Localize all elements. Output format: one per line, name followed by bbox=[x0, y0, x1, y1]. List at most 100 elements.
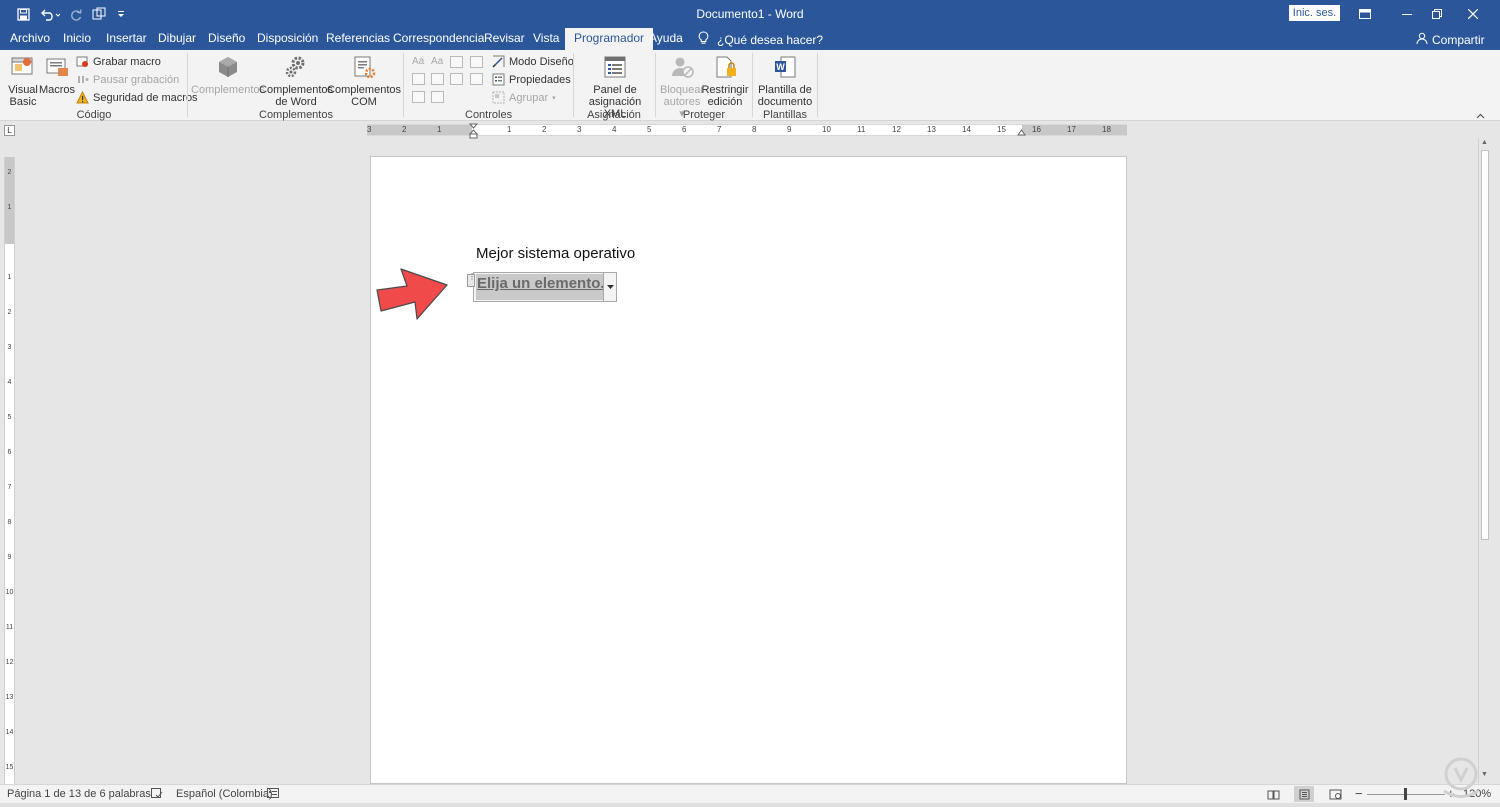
indent-marker-icon[interactable] bbox=[469, 123, 478, 139]
ruler-number: 2 bbox=[402, 125, 407, 134]
content-control-dropdown-button[interactable] bbox=[603, 273, 616, 301]
tab-inicio[interactable]: Inicio bbox=[63, 28, 91, 50]
read-mode-icon[interactable] bbox=[1263, 786, 1283, 802]
scrollbar-thumb[interactable] bbox=[1481, 150, 1489, 540]
sign-in-button[interactable]: Inic. ses. bbox=[1289, 5, 1340, 21]
document-page[interactable]: Mejor sistema operativo ⋮ Elija un eleme… bbox=[370, 156, 1127, 784]
ruler-number: 11 bbox=[857, 125, 866, 134]
checkbox-control-icon[interactable] bbox=[412, 73, 425, 85]
web-layout-icon[interactable] bbox=[1325, 786, 1345, 802]
ruler-number: 13 bbox=[5, 694, 14, 701]
dropdown-content-control[interactable]: ⋮ Elija un elemento. bbox=[467, 272, 617, 302]
combobox-control-icon[interactable] bbox=[431, 73, 444, 85]
proofing-icon[interactable] bbox=[151, 788, 163, 802]
plain-text-control-icon[interactable]: Aa bbox=[431, 56, 443, 67]
scroll-up-icon[interactable]: ▲ bbox=[1481, 139, 1488, 146]
content-control-handle[interactable]: ⋮ bbox=[467, 273, 476, 287]
tab-selector[interactable]: L bbox=[4, 125, 15, 136]
tab-referencias[interactable]: Referencias bbox=[326, 28, 390, 50]
dropdown-control-icon[interactable] bbox=[450, 73, 463, 85]
macros-button[interactable]: Macros bbox=[39, 53, 75, 96]
rich-text-control-icon[interactable]: Aa bbox=[412, 56, 424, 67]
group-label: Agrupar bbox=[509, 91, 549, 104]
group-label-controles: Controles bbox=[465, 109, 513, 121]
person-icon bbox=[1416, 32, 1428, 47]
language[interactable]: Español (Colombia) bbox=[176, 788, 273, 800]
svg-text:W: W bbox=[776, 62, 785, 72]
zoom-out-icon[interactable]: − bbox=[1355, 786, 1363, 801]
tab-archivo[interactable]: Archivo bbox=[10, 28, 50, 50]
share-button[interactable]: Compartir bbox=[1416, 32, 1485, 47]
ruler-number: 12 bbox=[892, 125, 901, 134]
share-label: Compartir bbox=[1432, 32, 1485, 47]
content-control-placeholder[interactable]: Elija un elemento. bbox=[476, 274, 604, 300]
building-block-control-icon[interactable] bbox=[470, 56, 483, 68]
picture-control-icon[interactable] bbox=[450, 56, 463, 68]
tab-programador[interactable]: Programador bbox=[565, 28, 654, 50]
collapse-ribbon-icon[interactable] bbox=[1476, 110, 1485, 122]
restrict-editing-button[interactable]: Restringir edición bbox=[701, 53, 749, 108]
ruler-number: 3 bbox=[7, 344, 12, 351]
ruler-number: 1 bbox=[7, 204, 12, 211]
tab-vista[interactable]: Vista bbox=[533, 28, 559, 50]
tab-correspondencia[interactable]: Correspondencia bbox=[393, 28, 484, 50]
ruler-left-margin bbox=[367, 125, 472, 135]
com-add-ins-button[interactable]: Complementos COM bbox=[327, 53, 401, 108]
date-control-icon[interactable] bbox=[470, 73, 483, 85]
restore-icon[interactable] bbox=[1422, 4, 1452, 24]
xml-pane-label-1: Panel de bbox=[593, 84, 637, 96]
minimize-icon[interactable] bbox=[1392, 4, 1422, 24]
tab-disposicion[interactable]: Disposición bbox=[257, 28, 318, 50]
close-icon[interactable] bbox=[1458, 4, 1488, 24]
ruler-number: 7 bbox=[717, 125, 722, 134]
ruler-number: 16 bbox=[1032, 125, 1041, 134]
document-title: Documento1 - Word bbox=[696, 7, 804, 21]
ribbon-display-icon[interactable] bbox=[1350, 4, 1380, 24]
legacy-tools-icon[interactable] bbox=[431, 91, 444, 103]
document-heading[interactable]: Mejor sistema operativo bbox=[476, 245, 635, 262]
word-add-ins-button[interactable]: Complementos de Word bbox=[259, 53, 333, 108]
tab-revisar[interactable]: Revisar bbox=[484, 28, 525, 50]
complementos-button[interactable]: Complementos bbox=[191, 53, 265, 96]
ribbon-tabs: Archivo Inicio Insertar Dibujar Diseño D… bbox=[0, 28, 1500, 50]
ruler-number: 10 bbox=[822, 125, 831, 134]
complementos-label: Complementos bbox=[191, 84, 265, 96]
block-authors-icon bbox=[668, 53, 696, 81]
vertical-ruler[interactable]: 2 1 1 2 3 4 5 6 7 8 9 10 11 12 13 14 15 bbox=[4, 157, 15, 784]
record-macro-button[interactable]: Grabar macro bbox=[76, 55, 161, 68]
ruler-number: 10 bbox=[5, 589, 14, 596]
print-layout-icon[interactable] bbox=[1294, 786, 1314, 802]
ruler-number: 11 bbox=[5, 624, 14, 631]
page-count[interactable]: Página 1 de 1 bbox=[7, 788, 75, 800]
group-separator bbox=[187, 53, 188, 117]
tell-me-search[interactable]: ¿Qué desea hacer? bbox=[698, 31, 823, 48]
right-indent-marker-icon[interactable] bbox=[1017, 128, 1026, 136]
tab-dibujar[interactable]: Dibujar bbox=[158, 28, 196, 50]
repeating-section-icon[interactable] bbox=[412, 91, 425, 103]
ruler-number: 5 bbox=[7, 414, 12, 421]
design-mode-icon bbox=[492, 55, 505, 68]
vertical-scrollbar[interactable]: ▲ ▼ bbox=[1478, 138, 1491, 783]
macro-recording-icon[interactable] bbox=[267, 788, 279, 802]
horizontal-ruler[interactable]: 3 2 1 1 2 3 4 5 6 7 8 9 10 11 12 13 14 15 16 17 18 bbox=[367, 123, 1127, 139]
restrict-editing-icon bbox=[711, 53, 739, 81]
tab-insertar[interactable]: Insertar bbox=[106, 28, 147, 50]
properties-button[interactable]: Propiedades bbox=[492, 73, 571, 86]
pause-recording-button[interactable]: Pausar grabación bbox=[76, 73, 179, 86]
visual-basic-button[interactable]: Visual Basic bbox=[7, 53, 39, 108]
design-mode-button[interactable]: Modo Diseño bbox=[492, 55, 574, 68]
macro-security-button[interactable]: Seguridad de macros bbox=[76, 90, 198, 104]
tab-ayuda[interactable]: Ayuda bbox=[649, 28, 683, 50]
group-button[interactable]: Agrupar ▾ bbox=[492, 91, 556, 104]
group-label-asignacion: Asignación bbox=[587, 109, 641, 121]
pause-icon bbox=[76, 73, 89, 86]
group-separator bbox=[752, 53, 753, 117]
ruler-number: 7 bbox=[7, 484, 12, 491]
ruler-number: 2 bbox=[7, 169, 12, 176]
ruler-number: 8 bbox=[752, 125, 757, 134]
zoom-slider-thumb[interactable] bbox=[1404, 788, 1407, 800]
ruler-number: 9 bbox=[7, 554, 12, 561]
document-template-button[interactable]: W Plantilla de documento bbox=[757, 53, 813, 108]
word-count[interactable]: 3 de 6 palabras bbox=[75, 788, 151, 800]
tab-diseno[interactable]: Diseño bbox=[208, 28, 245, 50]
